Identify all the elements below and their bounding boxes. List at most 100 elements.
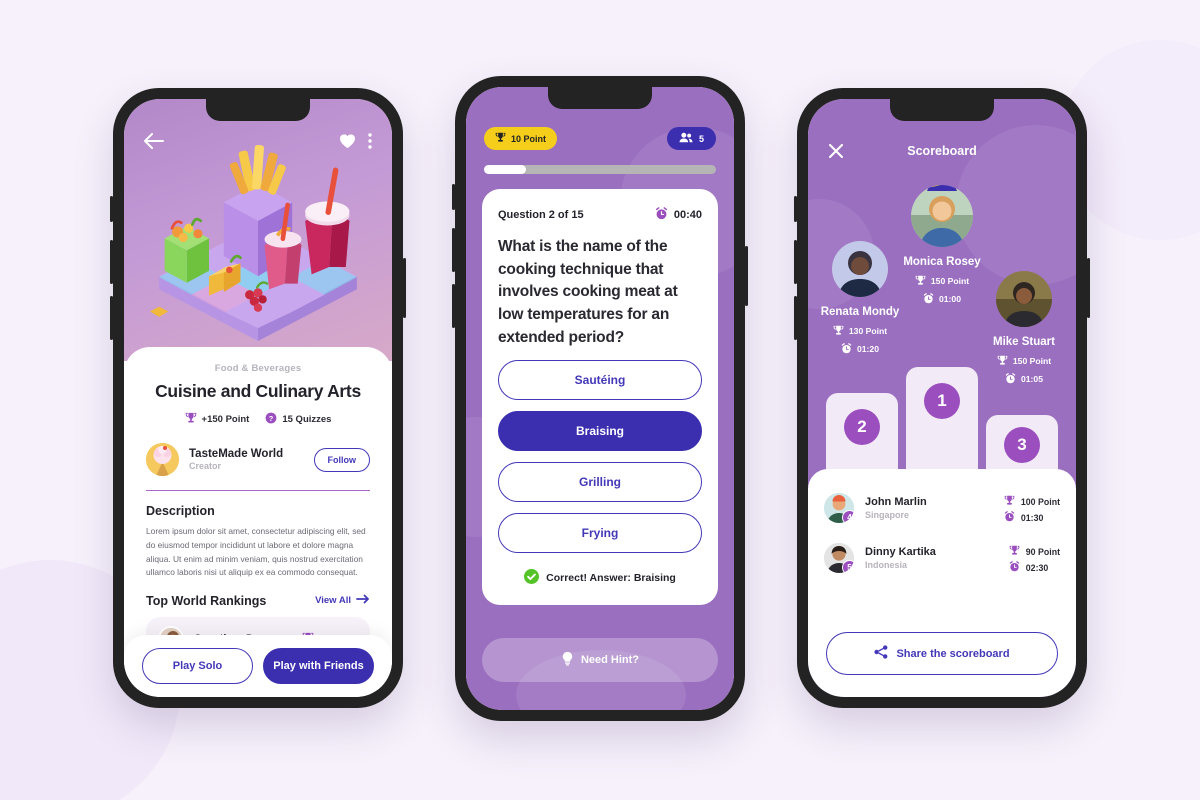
- list-item[interactable]: 4 John Marlin Singapore 100 Point 01:30: [824, 483, 1060, 533]
- list-points: 90 Point: [1009, 545, 1060, 558]
- list-rank-badge: 4: [842, 510, 854, 523]
- points-meta: +150 Point: [185, 412, 250, 427]
- need-hint-label: Need Hint?: [580, 654, 640, 666]
- list-country: Indonesia: [865, 560, 908, 570]
- back-arrow-icon[interactable]: [144, 133, 164, 149]
- quiz-progress-bar: [484, 165, 716, 174]
- hero-toolbar: [124, 133, 392, 149]
- list-time: 02:30: [1009, 561, 1060, 574]
- heart-icon[interactable]: [339, 133, 356, 149]
- question-timer: 00:40: [655, 207, 702, 223]
- podium-rank-badge: 1: [924, 383, 960, 419]
- detail-screen: Food & Beverages Cuisine and Culinary Ar…: [124, 99, 392, 697]
- creator-role: Creator: [189, 461, 222, 471]
- svg-text:?: ?: [269, 414, 274, 423]
- list-avatar: 4: [824, 493, 854, 523]
- list-info: John Marlin Singapore: [865, 496, 1004, 520]
- question-mark-icon: ?: [265, 412, 277, 427]
- trophy-icon: [1004, 495, 1015, 508]
- phone-notch: [548, 87, 652, 109]
- quiz-progress-fill: [484, 165, 526, 174]
- point-badge-label: 10 Point: [511, 133, 547, 144]
- lightbulb-icon: [561, 651, 574, 669]
- podium-points-value: 150 Point: [930, 276, 970, 287]
- phone-button-volume-down: [794, 296, 797, 340]
- question-card-header: Question 2 of 15 00:40: [498, 207, 702, 223]
- creator-name: TasteMade World: [189, 448, 284, 460]
- podium-time: 01:00: [896, 292, 988, 306]
- phone-button-mute: [110, 196, 113, 222]
- phone-button-volume-up: [110, 240, 113, 284]
- people-icon: [679, 132, 693, 145]
- page-title: Cuisine and Culinary Arts: [155, 381, 361, 401]
- podium-name: Monica Rosey: [903, 256, 981, 268]
- play-with-friends-button[interactable]: Play with Friends: [263, 648, 374, 684]
- phone-button-power: [745, 246, 748, 306]
- answer-option-3[interactable]: Grilling: [498, 462, 702, 503]
- question-screen: 10 Point 5 Question 2 of 15 00:40 What i…: [466, 87, 734, 710]
- podium-avatar: [996, 271, 1052, 327]
- creator-avatar: [146, 443, 179, 476]
- phone-button-volume-up: [794, 240, 797, 284]
- phone-button-volume-up: [452, 228, 455, 272]
- question-background: 10 Point 5 Question 2 of 15 00:40 What i…: [466, 87, 734, 710]
- section-divider: [146, 490, 370, 492]
- list-info: Dinny Kartika Indonesia: [865, 546, 1009, 570]
- list-country: Singapore: [865, 510, 910, 520]
- trophy-icon: [1009, 545, 1020, 558]
- kebab-menu-icon[interactable]: [368, 133, 372, 149]
- list-stats: 90 Point 02:30: [1009, 542, 1060, 574]
- podium-place-1: Monica Rosey 150 Point 01:00: [896, 185, 988, 306]
- list-name: John Marlin: [865, 496, 927, 508]
- trophy-icon: [185, 412, 197, 427]
- meta-row: +150 Point ? 15 Quizzes: [146, 412, 370, 427]
- answer-option-2[interactable]: Braising: [498, 411, 702, 452]
- scoreboard-background: Scoreboard Renata Mondy 130 Point 01:20 …: [808, 99, 1076, 697]
- detail-action-bar: Play Solo Play with Friends: [124, 635, 392, 697]
- list-item[interactable]: 5 Dinny Kartika Indonesia 90 Point 02:30: [824, 533, 1060, 583]
- hero-image: [124, 99, 392, 361]
- share-scoreboard-button[interactable]: Share the scoreboard: [826, 632, 1058, 675]
- check-circle-icon: [524, 569, 540, 587]
- question-topbar: 10 Point 5: [466, 127, 734, 150]
- need-hint-button[interactable]: Need Hint?: [482, 638, 718, 682]
- points-value: +150 Point: [201, 414, 250, 425]
- players-badge[interactable]: 5: [666, 127, 716, 150]
- question-text: What is the name of the cooking techniqu…: [498, 238, 678, 346]
- phone-notch: [206, 99, 310, 121]
- alarm-clock-icon: [1009, 561, 1020, 574]
- list-name: Dinny Kartika: [865, 546, 936, 558]
- phone-button-volume-down: [452, 284, 455, 328]
- scoreboard-screen: Scoreboard Renata Mondy 130 Point 01:20 …: [808, 99, 1076, 697]
- list-time: 01:30: [1004, 511, 1060, 524]
- scoreboard-title: Scoreboard: [907, 144, 977, 158]
- trophy-icon: [495, 132, 506, 145]
- podium-avatar: [832, 241, 888, 297]
- view-all-link[interactable]: View All: [315, 594, 370, 607]
- phone-button-power: [403, 258, 406, 318]
- rankings-header: Top World Rankings View All: [146, 594, 370, 608]
- phone-scoreboard: Scoreboard Renata Mondy 130 Point 01:20 …: [794, 88, 1090, 708]
- screenshot-stage: Food & Beverages Cuisine and Culinary Ar…: [0, 0, 1200, 800]
- food-illustration: [149, 144, 357, 341]
- arrow-right-icon: [356, 594, 370, 607]
- point-badge: 10 Point: [484, 127, 558, 150]
- description-title: Description: [146, 504, 215, 519]
- phone-button-mute: [794, 196, 797, 222]
- description-text: Lorem ipsum dolor sit amet, consectetur …: [146, 526, 366, 578]
- trophy-icon: [915, 275, 926, 288]
- podium-bars: 2 3 1: [808, 335, 1076, 485]
- phone-button-power: [1087, 258, 1090, 318]
- share-label: Share the scoreboard: [896, 647, 1010, 660]
- timer-value: 00:40: [673, 209, 702, 221]
- answer-option-1[interactable]: Sautéing: [498, 360, 702, 401]
- phone-notch: [890, 99, 994, 121]
- answer-option-4[interactable]: Frying: [498, 513, 702, 554]
- play-solo-button[interactable]: Play Solo: [142, 648, 253, 684]
- alarm-clock-icon: [655, 207, 668, 223]
- question-card: Question 2 of 15 00:40 What is the name …: [482, 189, 718, 606]
- hero-actions: [339, 133, 372, 149]
- follow-button[interactable]: Follow: [313, 447, 370, 472]
- answer-feedback: Correct! Answer: Braising: [498, 569, 702, 587]
- phone-button-volume-down: [110, 296, 113, 340]
